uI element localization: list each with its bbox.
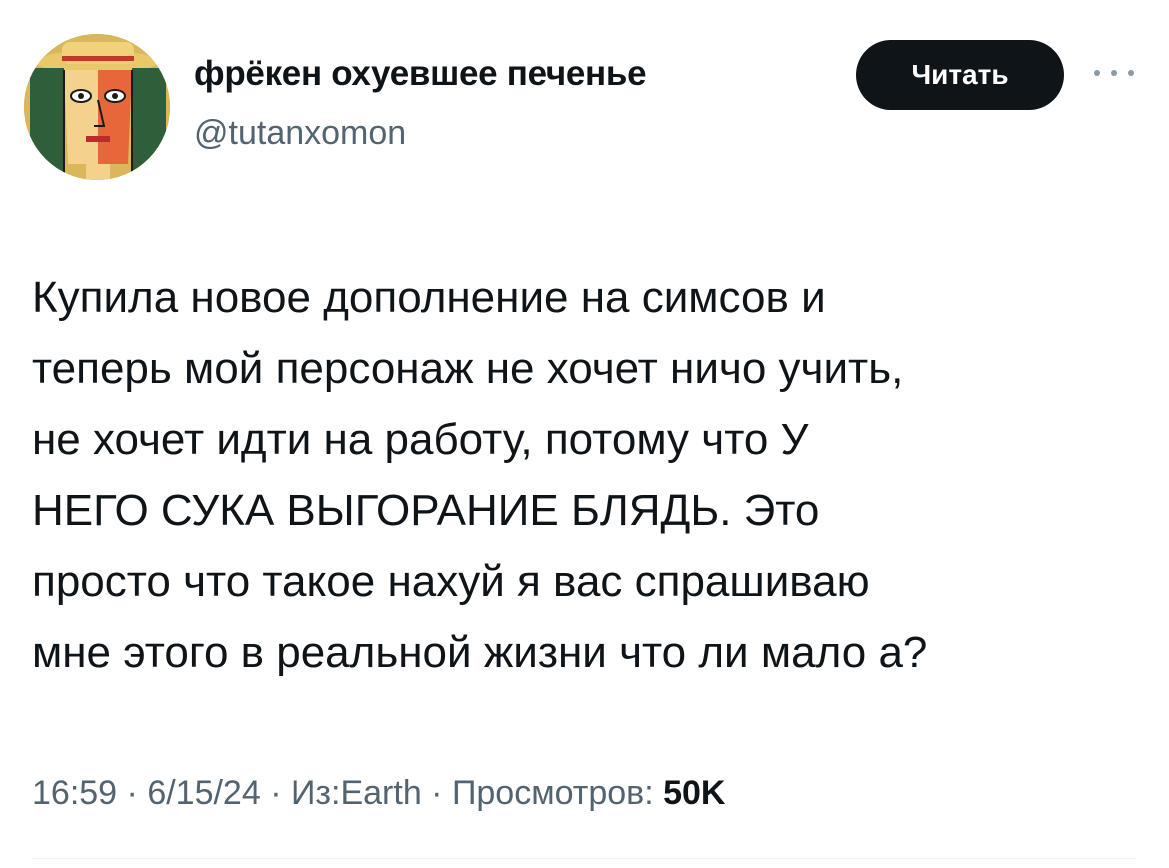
avatar[interactable] [24,34,170,180]
dot [1128,70,1134,76]
views-label: Просмотров: [451,774,654,812]
tweet-time[interactable]: 16:59 [32,774,117,812]
meta-separator: · [117,774,148,812]
tweet-line: не хочет идти на работу, потому что У [32,415,809,464]
divider [32,858,1137,859]
more-horizontal-icon[interactable] [1094,58,1134,88]
tweet-date[interactable]: 6/15/24 [147,774,260,812]
tweet-line: просто что такое нахуй я вас спрашиваю [32,557,870,606]
dot [1111,70,1117,76]
tweet-line: НЕГО СУКА ВЫГОРАНИЕ БЛЯДЬ. Это [32,486,820,535]
tweet-source: Из:Earth [290,774,422,812]
tweet-line: мне этого в реальной жизни что ли мало а… [32,628,928,677]
cubist-portrait-avatar-icon [24,34,170,180]
meta-separator: · [421,774,452,812]
tweet-line: теперь мой персонаж не хочет ничо учить, [32,344,904,393]
author-display-name[interactable]: фрёкен охуевшее печенье [194,54,647,94]
tweet-line: Купила новое дополнение на симсов и [32,273,826,322]
dot [1094,70,1100,76]
author-handle[interactable]: @tutanxomon [194,114,406,153]
tweet-text: Купила новое дополнение на симсов и тепе… [32,262,1152,688]
views-count: 50K [663,774,726,812]
meta-separator: · [260,774,291,812]
follow-button[interactable]: Читать [856,40,1064,110]
tweet-meta: 16:59 · 6/15/24 · Из:Earth · Просмотров:… [32,774,725,813]
